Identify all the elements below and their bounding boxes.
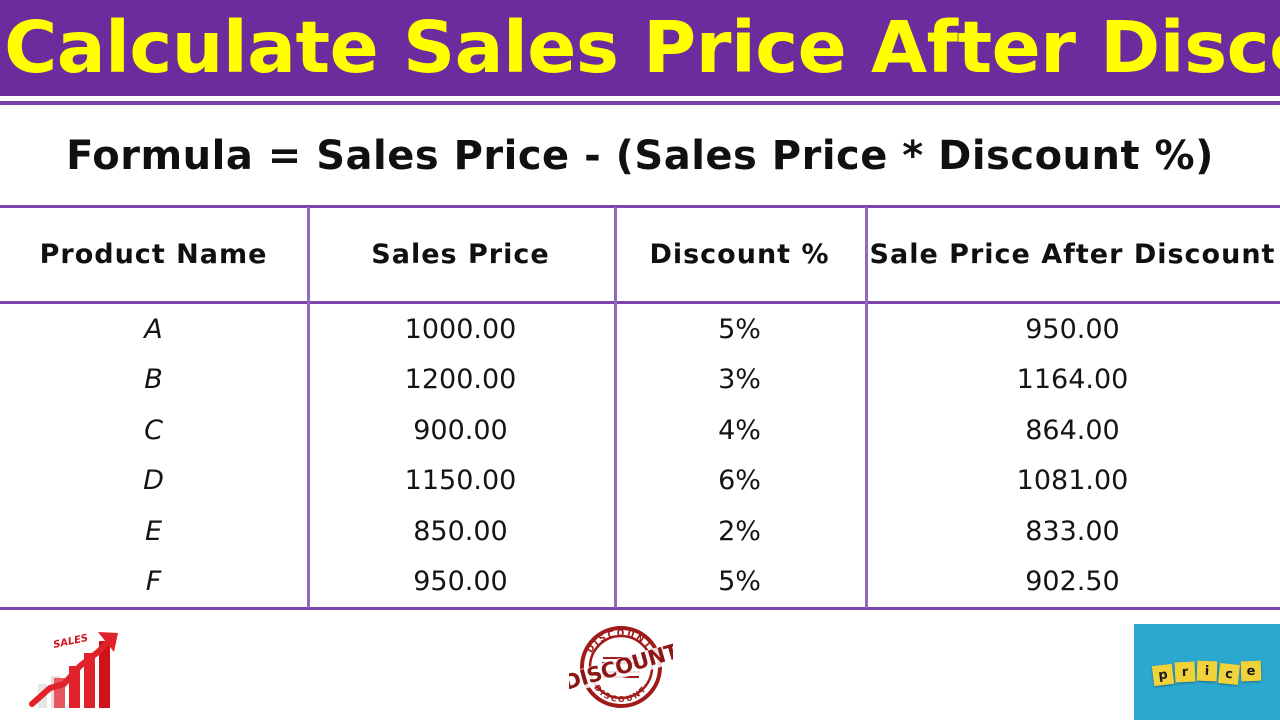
cell-discount: 2% xyxy=(718,515,761,547)
cell-product-name: B xyxy=(144,364,163,396)
cell-sales-price: 1150.00 xyxy=(404,465,517,497)
cell-sales-price: 950.00 xyxy=(413,566,508,598)
table-row: C 900.00 4% 864.00 xyxy=(0,405,1280,456)
cell-discount: 5% xyxy=(718,313,761,345)
banner-divider xyxy=(0,101,1280,105)
price-tiles-group: p r i c e xyxy=(1151,660,1262,687)
svg-text:DISCOUNT: DISCOUNT xyxy=(569,639,673,695)
discount-stamp-icon: DISCOUNT DISCOUNT DISCOUNT DISCOUNT xyxy=(569,620,673,714)
cell-product-name: A xyxy=(144,313,163,345)
cell-sales-price: 900.00 xyxy=(413,414,508,446)
cell-discount: 4% xyxy=(718,414,761,446)
footer-images: SALES SALES DISCOUNT xyxy=(0,612,1280,720)
price-tiles-photo: p r i c e xyxy=(1134,624,1280,720)
cell-discount: 5% xyxy=(718,566,761,598)
table-row: A 1000.00 5% 950.00 xyxy=(0,304,1280,355)
svg-text:SALES: SALES xyxy=(52,633,89,651)
table-row: E 850.00 2% 833.00 xyxy=(0,506,1280,557)
letter-tile: p xyxy=(1151,663,1175,687)
cell-sale-price-after-discount: 902.50 xyxy=(1025,566,1120,598)
letter-tile: e xyxy=(1240,660,1262,682)
cell-sales-price: 1200.00 xyxy=(404,364,517,396)
column-header-product-name: Product Name xyxy=(39,239,268,270)
table-row: F 950.00 5% 902.50 xyxy=(0,557,1280,608)
cell-discount: 3% xyxy=(718,364,761,396)
table-bottom-border xyxy=(0,607,1280,610)
formula-text: Formula = Sales Price - (Sales Price * D… xyxy=(66,133,1214,179)
table-body: A 1000.00 5% 950.00 B 1200.00 3% 1164.00… xyxy=(0,304,1280,607)
cell-sale-price-after-discount: 1164.00 xyxy=(1016,364,1129,396)
cell-product-name: F xyxy=(145,566,162,598)
cell-sales-price: 850.00 xyxy=(413,515,508,547)
slide-page: Calculate Sales Price After Discount For… xyxy=(0,0,1280,720)
cell-sales-price: 1000.00 xyxy=(404,313,517,345)
page-title: Calculate Sales Price After Discount xyxy=(4,6,1280,89)
cell-product-name: D xyxy=(143,465,164,497)
letter-tile: r xyxy=(1174,661,1196,683)
cell-sale-price-after-discount: 1081.00 xyxy=(1016,465,1129,497)
cell-sale-price-after-discount: 950.00 xyxy=(1025,313,1120,345)
table-header-row: Product Name Sales Price Discount % Sale… xyxy=(0,208,1280,301)
table-row: D 1150.00 6% 1081.00 xyxy=(0,456,1280,507)
formula-row: Formula = Sales Price - (Sales Price * D… xyxy=(0,112,1280,200)
cell-discount: 6% xyxy=(718,465,761,497)
sales-growth-chart-icon: SALES SALES xyxy=(24,626,134,714)
column-header-sale-price-after-discount: Sale Price After Discount xyxy=(869,239,1276,270)
title-banner: Calculate Sales Price After Discount xyxy=(0,0,1280,96)
column-header-sales-price: Sales Price xyxy=(371,239,550,270)
calculation-table: Product Name Sales Price Discount % Sale… xyxy=(0,205,1280,610)
cell-product-name: E xyxy=(144,515,163,547)
cell-product-name: C xyxy=(144,414,163,446)
cell-sale-price-after-discount: 864.00 xyxy=(1025,414,1120,446)
table-row: B 1200.00 3% 1164.00 xyxy=(0,355,1280,406)
letter-tile: c xyxy=(1218,663,1240,685)
cell-sale-price-after-discount: 833.00 xyxy=(1025,515,1120,547)
letter-tile: i xyxy=(1196,660,1218,682)
column-header-discount-percent: Discount % xyxy=(649,239,830,270)
